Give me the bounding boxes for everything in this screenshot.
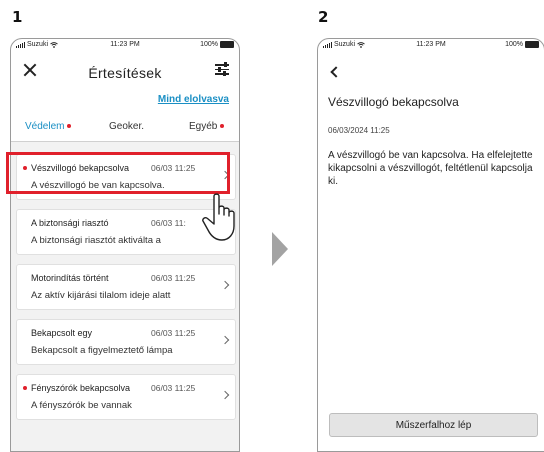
step-arrow bbox=[272, 232, 288, 266]
tab-label: Egyéb bbox=[189, 121, 218, 132]
chevron-right-icon bbox=[220, 170, 230, 180]
go-to-dashboard-button[interactable]: Műszerfalhoz lép bbox=[329, 413, 538, 437]
notification-body: A biztonsági riasztót aktiválta a bbox=[31, 235, 161, 246]
notification-title: Vészvillogó bekapcsolva bbox=[31, 163, 130, 173]
notification-body: Bekapcsolt a figyelmeztető lámpa bbox=[31, 345, 173, 356]
battery-icon bbox=[220, 41, 234, 48]
notification-time: 06/03 11:25 bbox=[151, 273, 196, 283]
tab-label: Védelem bbox=[25, 121, 65, 132]
page-title: Értesítések bbox=[88, 65, 162, 81]
unread-dot bbox=[23, 386, 27, 390]
detail-body: A vészvillogó be van kapcsolva. Ha elfel… bbox=[328, 150, 533, 187]
notification-card[interactable]: Bekapcsolt egy 06/03 11:25 Bekapcsolt a … bbox=[16, 319, 236, 365]
back-icon[interactable] bbox=[330, 66, 342, 78]
notification-body: A vészvillogó be van kapcsolva. bbox=[31, 180, 165, 191]
tab-geoker[interactable]: Geoker. bbox=[109, 121, 144, 132]
hand-pointer-icon bbox=[202, 193, 235, 241]
chevron-right-icon bbox=[220, 280, 230, 290]
unread-dot bbox=[220, 124, 225, 129]
status-bar: Suzuki 11:23 PM 100% bbox=[318, 39, 544, 49]
tab-vedelem[interactable]: Védelem bbox=[25, 121, 72, 132]
tab-egyeb[interactable]: Egyéb bbox=[189, 121, 225, 132]
phone-screen-notifications: Suzuki 11:23 PM 100% Értesítések Mind el… bbox=[10, 38, 240, 452]
step-number-2: 2 bbox=[318, 8, 329, 26]
status-bar: Suzuki 11:23 PM 100% bbox=[11, 39, 239, 49]
phone-screen-detail: Suzuki 11:23 PM 100% Vészvillogó bekapcs… bbox=[317, 38, 544, 452]
unread-dot bbox=[23, 166, 27, 170]
battery-percent: 100% bbox=[200, 41, 218, 48]
mark-all-read-link[interactable]: Mind elolvasva bbox=[158, 94, 229, 105]
notification-title: A biztonsági riasztó bbox=[31, 218, 109, 228]
notification-title: Bekapcsolt egy bbox=[31, 328, 93, 338]
notification-card[interactable]: Motorindítás történt 06/03 11:25 Az aktí… bbox=[16, 264, 236, 310]
notification-list: Vészvillogó bekapcsolva 06/03 11:25 A vé… bbox=[11, 142, 239, 451]
notification-title: Motorindítás történt bbox=[31, 273, 109, 283]
notification-body: A fényszórók be vannak bbox=[31, 400, 132, 411]
notification-time: 06/03 11:25 bbox=[151, 383, 196, 393]
notification-card[interactable]: Fényszórók bekapcsolva 06/03 11:25 A fén… bbox=[16, 374, 236, 420]
notification-body: Az aktív kijárási tilalom ideje alatt bbox=[31, 290, 171, 301]
notification-time: 06/03 11:25 bbox=[151, 328, 196, 338]
notification-title: Fényszórók bekapcsolva bbox=[31, 383, 131, 393]
battery-icon bbox=[525, 41, 539, 48]
tab-bar: Védelem Geoker. Egyéb bbox=[11, 117, 239, 142]
step-number-1: 1 bbox=[12, 8, 23, 26]
header: Értesítések bbox=[11, 53, 239, 89]
filter-icon[interactable] bbox=[215, 62, 229, 76]
tab-label: Geoker. bbox=[109, 121, 145, 132]
battery-percent: 100% bbox=[505, 41, 523, 48]
chevron-right-icon bbox=[220, 335, 230, 345]
detail-title: Vészvillogó bekapcsolva bbox=[328, 95, 459, 109]
chevron-right-icon bbox=[220, 390, 230, 400]
notification-time: 06/03 11:25 bbox=[151, 163, 196, 173]
unread-dot bbox=[67, 124, 72, 129]
notification-time: 06/03 11: bbox=[151, 218, 186, 228]
detail-date: 06/03/2024 11:25 bbox=[328, 126, 390, 135]
